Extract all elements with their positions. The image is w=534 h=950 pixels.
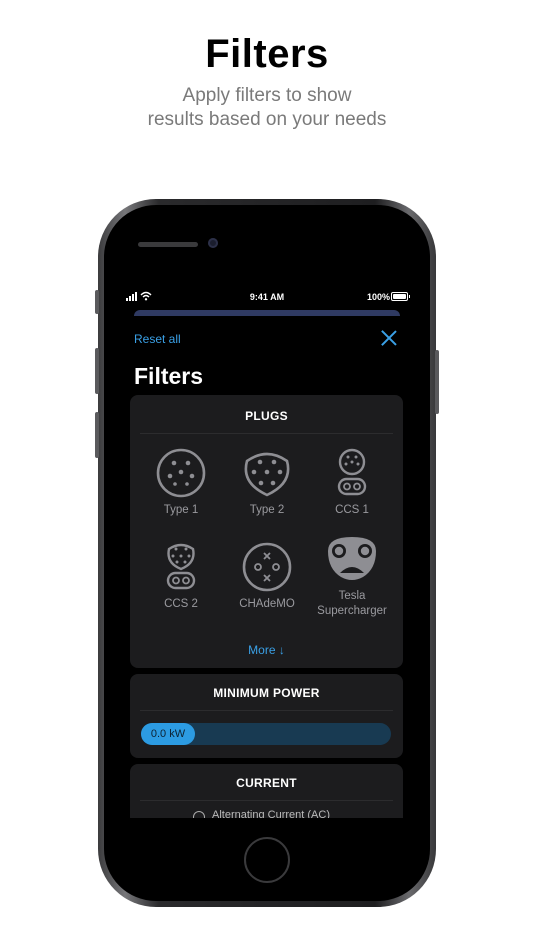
slider-knob[interactable]: 0.0 kW [141, 723, 195, 745]
minimum-power-card: MINIMUM POWER 0.0 kW [130, 674, 403, 758]
plug-label: Tesla Supercharger [317, 590, 387, 617]
current-card: CURRENT Alternating Current (AC) [130, 764, 403, 818]
plugs-heading: PLUGS [245, 409, 288, 423]
hero-subtitle-line1: Apply filters to show [182, 85, 352, 106]
close-icon[interactable] [381, 330, 397, 346]
earpiece-speaker [138, 242, 198, 247]
hero-title: Filters [205, 32, 329, 76]
plug-label: Type 2 [249, 504, 285, 516]
battery-percent: 100% [366, 292, 390, 302]
ccs2-plug-icon [166, 543, 196, 590]
divider [140, 800, 393, 801]
mute-switch [95, 290, 99, 314]
ccs1-plug-icon [337, 448, 367, 496]
more-plugs-link[interactable]: More ↓ [130, 643, 403, 657]
minimum-power-slider[interactable]: 0.0 kW [141, 723, 391, 745]
plugs-card: PLUGS Type 1 Type 2 CCS 1 CCS 2 CHAdeMO … [130, 395, 403, 668]
phone-screen: 9:41 AM 100% Reset all Filters PLUGS Typ… [118, 286, 416, 818]
hero-subtitle-line2: results based on your needs [147, 109, 387, 130]
tesla-plug-icon [328, 537, 376, 580]
page-title: Filters [134, 363, 204, 389]
battery-icon [391, 292, 410, 301]
plug-type-1[interactable]: Type 1 [136, 447, 226, 518]
chademo-plug-icon [242, 542, 292, 592]
plug-ccs-2[interactable]: CCS 2 [136, 541, 226, 612]
plug-label: CCS 2 [164, 598, 198, 610]
plug-label: CHAdeMO [239, 598, 295, 610]
reset-all-button[interactable]: Reset all [134, 332, 181, 346]
plug-tesla-supercharger[interactable]: Tesla Supercharger [307, 533, 397, 619]
plug-ccs-1[interactable]: CCS 1 [307, 447, 397, 518]
plug-chademo[interactable]: CHAdeMO [222, 541, 312, 612]
divider [140, 710, 393, 711]
ac-radio-button[interactable] [193, 811, 205, 818]
minimum-power-heading: MINIMUM POWER [213, 686, 320, 700]
current-heading: CURRENT [236, 776, 297, 790]
plug-label: CCS 1 [335, 504, 369, 516]
home-button[interactable] [244, 837, 290, 883]
filters-sheet: Reset all Filters PLUGS Type 1 Type 2 CC… [118, 316, 416, 818]
hero-subtitle: Apply filters to show results based on y… [0, 84, 534, 132]
front-camera [208, 238, 218, 248]
status-bar: 9:41 AM 100% [118, 286, 416, 308]
ac-option-label: Alternating Current (AC) [212, 809, 330, 818]
plug-label: Type 1 [163, 504, 199, 516]
volume-down-button [95, 412, 99, 458]
volume-up-button [95, 348, 99, 394]
divider [140, 433, 393, 434]
type1-plug-icon [156, 448, 206, 498]
power-button [435, 350, 439, 414]
plug-type-2[interactable]: Type 2 [222, 447, 312, 518]
type2-plug-icon [244, 452, 290, 497]
